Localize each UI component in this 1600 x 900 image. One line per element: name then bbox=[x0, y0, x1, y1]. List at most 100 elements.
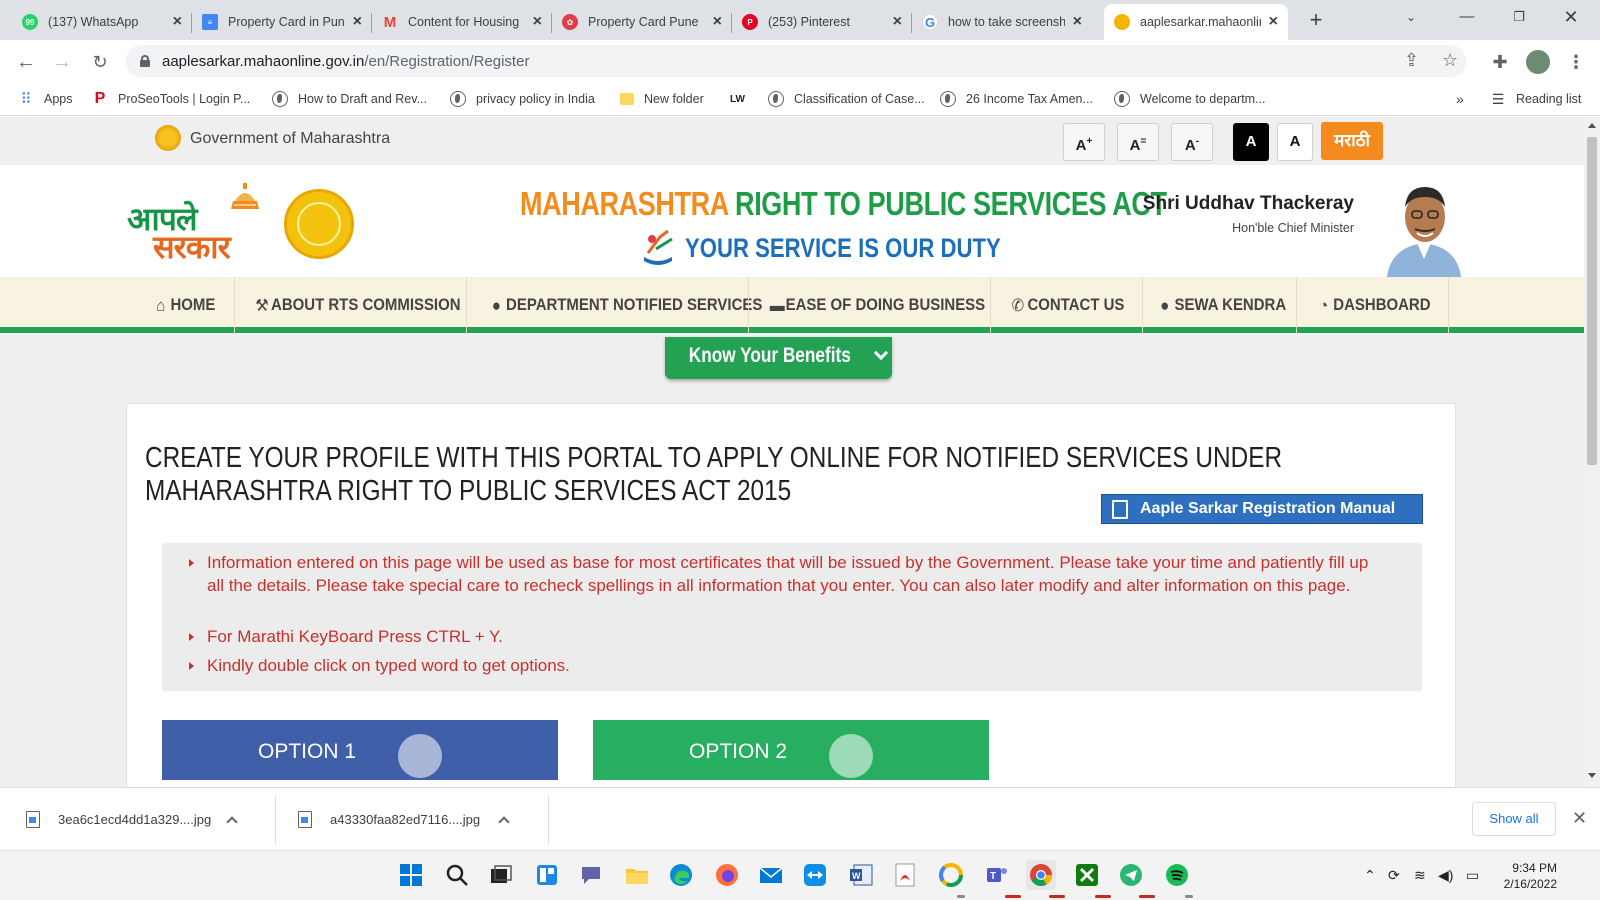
font-increase-button[interactable]: A+ bbox=[1063, 123, 1105, 161]
nav-dashboard[interactable]: ◔ DASHBOARD bbox=[1312, 277, 1435, 333]
high-contrast-button[interactable]: A bbox=[1233, 123, 1269, 161]
show-all-downloads-button[interactable]: Show all bbox=[1472, 802, 1556, 836]
font-decrease-button[interactable]: A- bbox=[1171, 123, 1213, 161]
xbox-icon[interactable] bbox=[1072, 860, 1102, 890]
globe-icon bbox=[272, 91, 288, 107]
user-icon: ● bbox=[1160, 296, 1170, 315]
tab-aaplesarkar-active[interactable]: aaplesarkar.mahaonline × bbox=[1104, 4, 1288, 40]
font-reset-button[interactable]: A= bbox=[1117, 123, 1159, 161]
reading-list-label: Reading list bbox=[1516, 92, 1582, 106]
scroll-down-icon[interactable] bbox=[1588, 773, 1596, 778]
option-2-button[interactable]: OPTION 2 bbox=[593, 720, 989, 780]
start-icon[interactable] bbox=[396, 860, 426, 890]
globe-icon bbox=[768, 91, 784, 107]
bookmark-privacy-policy[interactable]: privacy policy in India bbox=[450, 89, 595, 109]
window-close-button[interactable]: ✕ bbox=[1548, 0, 1594, 34]
tab-google-search[interactable]: G how to take screenshot × bbox=[912, 4, 1092, 40]
nav-about-rts-commission[interactable]: ⚒ ABOUT RTS COMMISSION bbox=[255, 277, 460, 333]
minimize-button[interactable]: — bbox=[1444, 0, 1490, 34]
edge-icon[interactable] bbox=[666, 860, 696, 890]
chevron-up-icon[interactable] bbox=[498, 815, 510, 828]
bookmark-welcome[interactable]: Welcome to departm... bbox=[1114, 89, 1266, 109]
normal-contrast-button[interactable]: A bbox=[1277, 123, 1313, 161]
download-item[interactable]: 3ea6c1ecd4dd1a329....jpg bbox=[26, 788, 266, 851]
scrollbar-thumb[interactable] bbox=[1587, 137, 1597, 465]
close-icon[interactable]: × bbox=[173, 13, 182, 31]
task-view-icon[interactable] bbox=[486, 860, 516, 890]
url-path: /en/Registration/Register bbox=[364, 52, 530, 70]
reading-list-button[interactable]: ☰ Reading list bbox=[1490, 89, 1582, 109]
download-item[interactable]: a43330faa82ed7116....jpg bbox=[298, 788, 538, 851]
close-icon[interactable]: × bbox=[1073, 13, 1082, 31]
close-icon[interactable]: × bbox=[1269, 13, 1278, 31]
menu-icon[interactable]: ⋮ bbox=[1564, 50, 1588, 74]
sync-icon[interactable]: ⟳ bbox=[1388, 867, 1400, 884]
marathi-language-button[interactable]: मराठी bbox=[1321, 122, 1383, 160]
acrobat-icon[interactable] bbox=[890, 860, 920, 890]
close-icon[interactable]: × bbox=[533, 13, 542, 31]
bookmark-lw[interactable]: LW bbox=[730, 89, 745, 109]
bookmark-how-to-draft[interactable]: How to Draft and Rev... bbox=[272, 89, 427, 109]
chevron-up-icon[interactable] bbox=[226, 815, 238, 828]
tab-search-icon[interactable]: ⌄ bbox=[1388, 0, 1434, 34]
close-icon[interactable]: ✕ bbox=[1572, 808, 1587, 829]
tab-pinterest[interactable]: P (253) Pinterest × bbox=[732, 4, 912, 40]
teams-icon[interactable]: T bbox=[982, 860, 1012, 890]
back-button[interactable]: ← bbox=[12, 48, 40, 76]
word-icon[interactable]: W bbox=[846, 860, 876, 890]
battery-icon[interactable]: ▭ bbox=[1466, 867, 1479, 884]
color-app-icon[interactable] bbox=[936, 860, 966, 890]
nav-sewa-kendra[interactable]: ● SEWA KENDRA bbox=[1159, 277, 1286, 333]
wifi-icon[interactable]: ≋ bbox=[1414, 867, 1426, 884]
tab-gmail[interactable]: M Content for Housing × bbox=[372, 4, 552, 40]
lw-icon: LW bbox=[730, 93, 745, 105]
registration-manual-button[interactable]: Aaple Sarkar Registration Manual bbox=[1101, 494, 1423, 524]
nav-department-notified-services[interactable]: ● DEPARTMENT NOTIFIED SERVICES bbox=[490, 277, 762, 333]
close-icon[interactable]: × bbox=[893, 13, 902, 31]
bullet-icon bbox=[189, 559, 194, 567]
scroll-up-icon[interactable] bbox=[1588, 123, 1596, 128]
forward-button[interactable]: → bbox=[48, 48, 76, 76]
bookmark-income-tax[interactable]: 26 Income Tax Amen... bbox=[940, 89, 1093, 109]
spotify-icon[interactable] bbox=[1162, 860, 1192, 890]
nav-home[interactable]: ⌂ HOME bbox=[152, 277, 217, 333]
firefox-icon[interactable] bbox=[712, 860, 742, 890]
close-icon[interactable]: × bbox=[353, 13, 362, 31]
option-1-button[interactable]: OPTION 1 bbox=[162, 720, 558, 780]
search-icon[interactable] bbox=[442, 860, 472, 890]
restore-button[interactable]: ❐ bbox=[1496, 0, 1542, 34]
share-icon[interactable]: ⇪ bbox=[1404, 50, 1419, 71]
option-2-indicator bbox=[829, 734, 873, 778]
aaple-sarkar-logo[interactable]: आपले सरकार bbox=[125, 183, 265, 266]
new-tab-button[interactable]: + bbox=[1302, 6, 1330, 34]
mail-icon[interactable] bbox=[756, 860, 786, 890]
profile-avatar[interactable] bbox=[1526, 50, 1550, 74]
teamviewer-icon[interactable] bbox=[800, 860, 830, 890]
telegram-icon[interactable] bbox=[1116, 860, 1146, 890]
image-file-icon bbox=[298, 811, 312, 828]
volume-icon[interactable]: ◀) bbox=[1438, 867, 1453, 884]
bookmark-apps[interactable]: ⠿ Apps bbox=[18, 89, 73, 109]
tab-whatsapp[interactable]: 99 (137) WhatsApp × bbox=[12, 4, 192, 40]
chevron-up-icon[interactable]: ⌃ bbox=[1364, 867, 1376, 884]
page-scrollbar[interactable] bbox=[1584, 117, 1600, 787]
tab-property-card-in-pune[interactable]: ≡ Property Card in Pune × bbox=[192, 4, 372, 40]
bookmark-new-folder[interactable]: New folder bbox=[620, 89, 704, 109]
taskbar-clock[interactable]: 9:34 PM 2/16/2022 bbox=[1497, 860, 1557, 892]
extensions-icon[interactable]: ✚ bbox=[1488, 50, 1512, 74]
bookmark-classification[interactable]: Classification of Case... bbox=[768, 89, 925, 109]
nav-contact-us[interactable]: ✆ CONTACT US bbox=[1006, 277, 1129, 333]
know-your-benefits-button[interactable]: Know Your Benefits bbox=[665, 337, 892, 379]
close-icon[interactable]: × bbox=[713, 13, 722, 31]
reload-button[interactable]: ↻ bbox=[86, 48, 114, 76]
address-bar[interactable]: aaplesarkar.mahaonline.gov.in/en/Registr… bbox=[126, 45, 1466, 77]
file-explorer-icon[interactable] bbox=[622, 860, 652, 890]
chrome-icon[interactable] bbox=[1026, 860, 1056, 890]
teams-chat-icon[interactable] bbox=[576, 860, 606, 890]
bookmark-proseotools[interactable]: P ProSeoTools | Login P... bbox=[92, 89, 251, 109]
bookmarks-overflow-button[interactable]: » bbox=[1456, 89, 1464, 109]
bookmark-star-icon[interactable]: ☆ bbox=[1442, 50, 1458, 71]
tab-property-card-pune[interactable]: ✿ Property Card Pune × bbox=[552, 4, 732, 40]
widgets-icon[interactable] bbox=[532, 860, 562, 890]
nav-ease-of-doing-business[interactable]: ▬EASE OF DOING BUSINESS bbox=[770, 277, 985, 333]
